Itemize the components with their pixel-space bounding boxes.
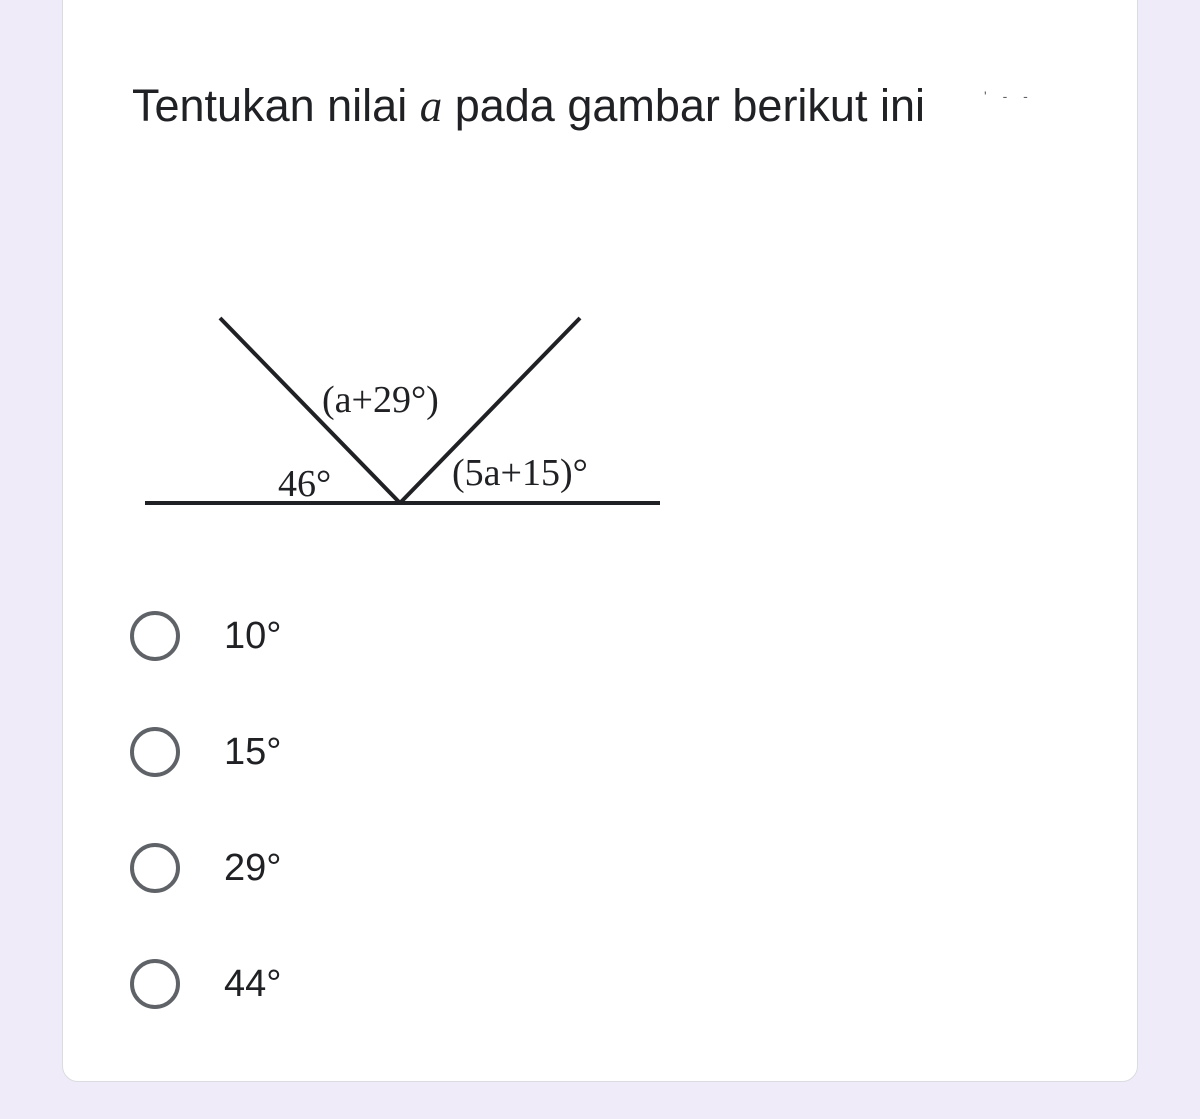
option-10[interactable]: 10°: [130, 575, 281, 691]
option-label: 10°: [224, 614, 282, 657]
question-variable: a: [419, 81, 443, 131]
option-label: 15°: [224, 730, 282, 773]
angle-label-top: (a+29°): [322, 379, 439, 421]
option-15[interactable]: 15°: [130, 691, 281, 807]
option-label: 44°: [224, 962, 282, 1005]
angle-label-right: (5a+15)°: [452, 452, 588, 494]
angle-label-left: 46°: [278, 463, 331, 505]
option-29[interactable]: 29°: [130, 807, 281, 923]
question-title: Tentukan nilai a pada gambar berikut ini: [132, 70, 932, 142]
option-44[interactable]: 44°: [130, 923, 281, 1039]
radio-button[interactable]: [130, 727, 180, 777]
angle-diagram: (a+29°) 46° (5a+15)°: [145, 316, 660, 505]
radio-button[interactable]: [130, 843, 180, 893]
radio-button[interactable]: [130, 959, 180, 1009]
radio-button[interactable]: [130, 611, 180, 661]
question-title-end: pada gambar berikut ini: [442, 80, 925, 131]
corner-marks: ' - -: [984, 88, 1034, 104]
option-label: 29°: [224, 846, 282, 889]
question-title-start: Tentukan nilai: [132, 80, 420, 131]
answer-options: 10° 15° 29° 44°: [130, 575, 281, 1039]
